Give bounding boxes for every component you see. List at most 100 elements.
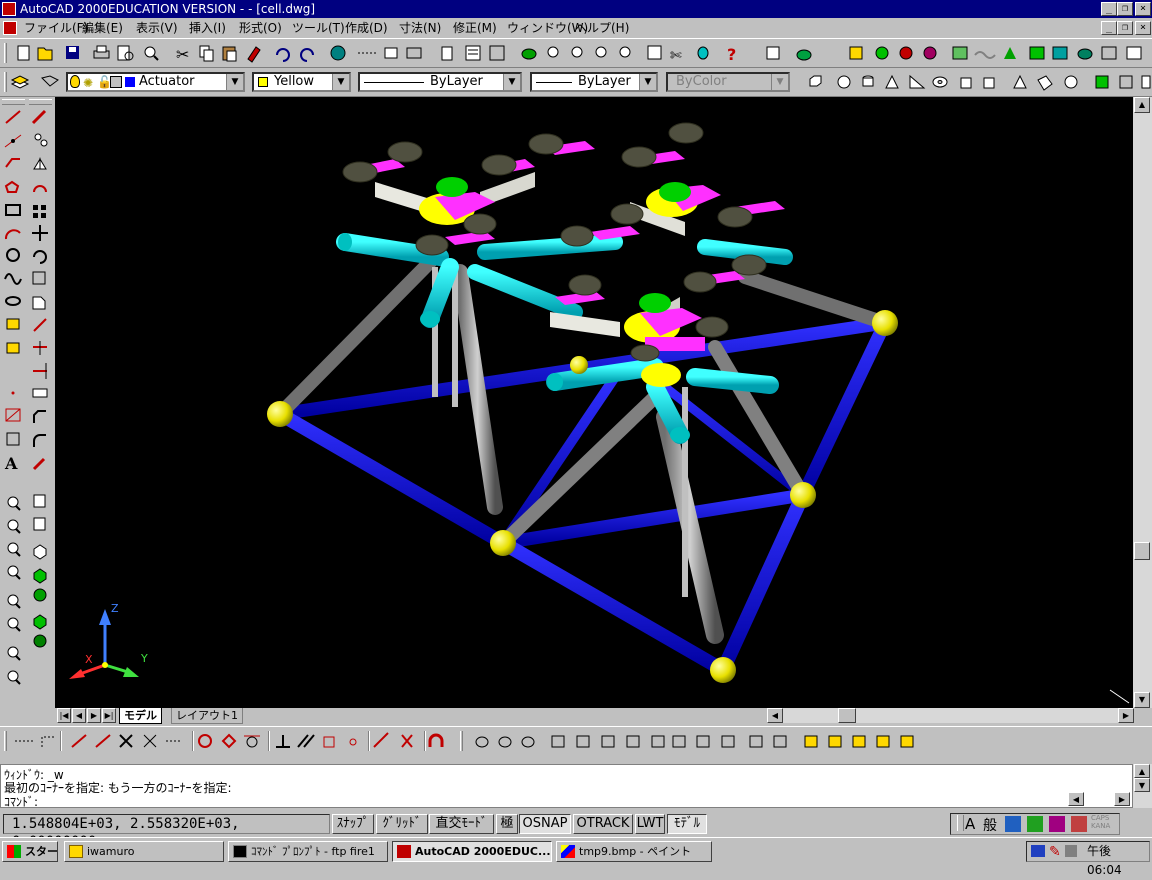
paste-button[interactable] bbox=[222, 43, 242, 63]
menu-edit[interactable]: 編集(E) bbox=[82, 19, 123, 36]
chevron-down-icon[interactable]: ▼ bbox=[503, 74, 520, 90]
taskbar-item-autocad[interactable]: AutoCAD 2000EDUC... bbox=[392, 841, 552, 862]
command-hscroll-right[interactable]: ▶ bbox=[1114, 792, 1130, 806]
point-icon bbox=[11, 391, 15, 395]
scroll-up-button[interactable]: ▲ bbox=[1134, 97, 1150, 113]
restore-button[interactable]: ❐ bbox=[1117, 2, 1133, 16]
chevron-down-icon[interactable]: ▼ bbox=[226, 74, 243, 90]
command-hscroll[interactable]: ◀ ▶ bbox=[1068, 792, 1152, 806]
close-button[interactable]: × bbox=[1135, 2, 1151, 16]
box-icon bbox=[809, 75, 822, 87]
arc-icon bbox=[4, 229, 21, 240]
tab-model[interactable]: モデル bbox=[119, 708, 162, 724]
system-tray: ✎ 午後 06:04 bbox=[1026, 841, 1150, 877]
open-button[interactable] bbox=[36, 43, 56, 63]
autocad-app-icon[interactable] bbox=[2, 2, 16, 16]
taskbar-item-paint[interactable]: tmp9.bmp - ペイント bbox=[556, 841, 712, 862]
web-button[interactable] bbox=[328, 43, 348, 63]
find-button[interactable] bbox=[140, 43, 160, 63]
layer-combo[interactable]: ✺ 🔓 Actuator ▼ bbox=[66, 72, 245, 92]
clock[interactable]: 午後 06:04 bbox=[1087, 842, 1149, 880]
cone-icon bbox=[885, 74, 899, 89]
drawing-viewport[interactable]: Z X Y bbox=[55, 97, 1133, 708]
layer-manager-icons bbox=[10, 75, 59, 89]
tab-next-button[interactable]: ▶ bbox=[87, 708, 101, 723]
menu-dimension[interactable]: 寸法(N) bbox=[399, 19, 441, 36]
snap-toggle[interactable]: ｽﾅｯﾌﾟ bbox=[332, 814, 374, 834]
doc-close-button[interactable]: × bbox=[1135, 21, 1151, 35]
preview-button[interactable] bbox=[116, 43, 136, 63]
menu-help[interactable]: ヘルプ(H) bbox=[575, 19, 629, 36]
menu-draw[interactable]: 作成(D) bbox=[345, 19, 388, 36]
menu-modify[interactable]: 修正(M) bbox=[453, 19, 497, 36]
osnap-toggle[interactable]: OSNAP bbox=[519, 814, 571, 834]
coordinate-display[interactable]: 1.548804E+03, 2.558320E+03, 0.00000000 bbox=[3, 814, 330, 850]
linetype-name: ByLayer bbox=[430, 74, 483, 89]
scroll-down-button[interactable]: ▼ bbox=[1134, 692, 1150, 708]
linetype-combo[interactable]: ByLayer ▼ bbox=[358, 72, 522, 92]
extend-icon bbox=[33, 363, 47, 379]
matchprop-button[interactable] bbox=[245, 43, 265, 63]
xref-icon bbox=[406, 47, 422, 59]
volume-icon[interactable] bbox=[1065, 845, 1077, 857]
chevron-down-icon[interactable]: ▼ bbox=[332, 74, 349, 90]
tab-last-button[interactable]: ▶| bbox=[102, 708, 116, 723]
pen-icon[interactable]: ✎ bbox=[1049, 843, 1061, 862]
ime-kana[interactable]: 般 bbox=[983, 815, 997, 835]
grid-toggle[interactable]: ｸﾞﾘｯﾄﾞ bbox=[376, 814, 428, 834]
network-icon[interactable] bbox=[1031, 845, 1045, 857]
menu-insert[interactable]: 挿入(I) bbox=[189, 19, 226, 36]
ime-help-icon[interactable] bbox=[1071, 816, 1087, 832]
taskbar-item-command-prompt[interactable]: ｺﾏﾝﾄﾞ ﾌﾟﾛﾝﾌﾟﾄ - ftp fire1 bbox=[228, 841, 388, 862]
menu-file[interactable]: ファイル(F) bbox=[24, 19, 88, 36]
ime-pad-icon[interactable] bbox=[1049, 816, 1065, 832]
lineweight-combo[interactable]: ByLayer ▼ bbox=[530, 72, 658, 92]
hscroll-thumb[interactable] bbox=[838, 708, 856, 723]
command-hscroll-left[interactable]: ◀ bbox=[1068, 792, 1084, 806]
color-combo[interactable]: Yellow ▼ bbox=[252, 72, 351, 92]
start-button[interactable]: スタート bbox=[2, 841, 58, 862]
new-button[interactable] bbox=[14, 43, 34, 63]
ime-grip bbox=[957, 815, 964, 831]
print-button[interactable] bbox=[92, 43, 112, 63]
ortho-toggle[interactable]: 直交ﾓｰﾄﾞ bbox=[429, 814, 494, 834]
redo-button[interactable] bbox=[298, 43, 318, 63]
cut-button[interactable] bbox=[174, 43, 194, 63]
ime-dictionary-icon[interactable] bbox=[1005, 816, 1021, 832]
ime-tools-icon[interactable] bbox=[1027, 816, 1043, 832]
copy-button[interactable] bbox=[198, 43, 218, 63]
tab-layout1[interactable]: レイアウト1 bbox=[171, 708, 243, 724]
plotstyle-combo: ByColor ▼ bbox=[666, 72, 790, 92]
lwt-toggle[interactable]: LWT bbox=[635, 814, 665, 834]
doc-restore-button[interactable]: ❐ bbox=[1117, 21, 1133, 35]
ime-mode[interactable]: A bbox=[965, 815, 975, 833]
command-scroll-up[interactable]: ▲ bbox=[1134, 764, 1150, 778]
save-button[interactable] bbox=[63, 43, 83, 63]
menu-tools[interactable]: ツール(T) bbox=[292, 19, 345, 36]
command-prompt[interactable]: ｺﾏﾝﾄﾞ: bbox=[4, 793, 38, 810]
section-icon bbox=[1037, 75, 1053, 91]
command-scroll-down[interactable]: ▼ bbox=[1134, 778, 1150, 792]
caps-kana-indicator: CAPS KANA bbox=[1091, 814, 1111, 830]
taskbar-item-explorer[interactable]: iwamuro bbox=[64, 841, 224, 862]
chevron-down-icon[interactable]: ▼ bbox=[639, 74, 656, 90]
help-button[interactable] bbox=[722, 43, 742, 63]
toolbar-grip bbox=[460, 731, 463, 751]
horizontal-scrollbar[interactable] bbox=[783, 708, 1121, 723]
minimize-button[interactable]: _ bbox=[1101, 2, 1117, 16]
hscroll-right-button[interactable]: ▶ bbox=[1118, 708, 1134, 723]
doc-minimize-button[interactable]: _ bbox=[1101, 21, 1117, 35]
scroll-thumb[interactable] bbox=[1134, 542, 1150, 560]
command-window[interactable]: ｳｨﾝﾄﾞｳ: _w 最初のｺｰﾅｰを指定: もう一方のｺｰﾅｰを指定: ｺﾏﾝ… bbox=[0, 764, 1133, 810]
document-icon[interactable] bbox=[3, 21, 17, 35]
tab-first-button[interactable]: |◀ bbox=[57, 708, 71, 723]
otrack-toggle[interactable]: OTRACK bbox=[573, 814, 633, 834]
polar-toggle[interactable]: 極 bbox=[496, 814, 518, 834]
menu-view[interactable]: 表示(V) bbox=[136, 19, 178, 36]
model-toggle[interactable]: ﾓﾃﾞﾙ bbox=[667, 814, 707, 834]
undo-button[interactable] bbox=[272, 43, 292, 63]
menu-format[interactable]: 形式(O) bbox=[239, 19, 282, 36]
hscroll-left-button[interactable]: ◀ bbox=[767, 708, 783, 723]
tab-prev-button[interactable]: ◀ bbox=[72, 708, 86, 723]
vertical-scrollbar[interactable]: ▲ ▼ bbox=[1133, 97, 1152, 708]
